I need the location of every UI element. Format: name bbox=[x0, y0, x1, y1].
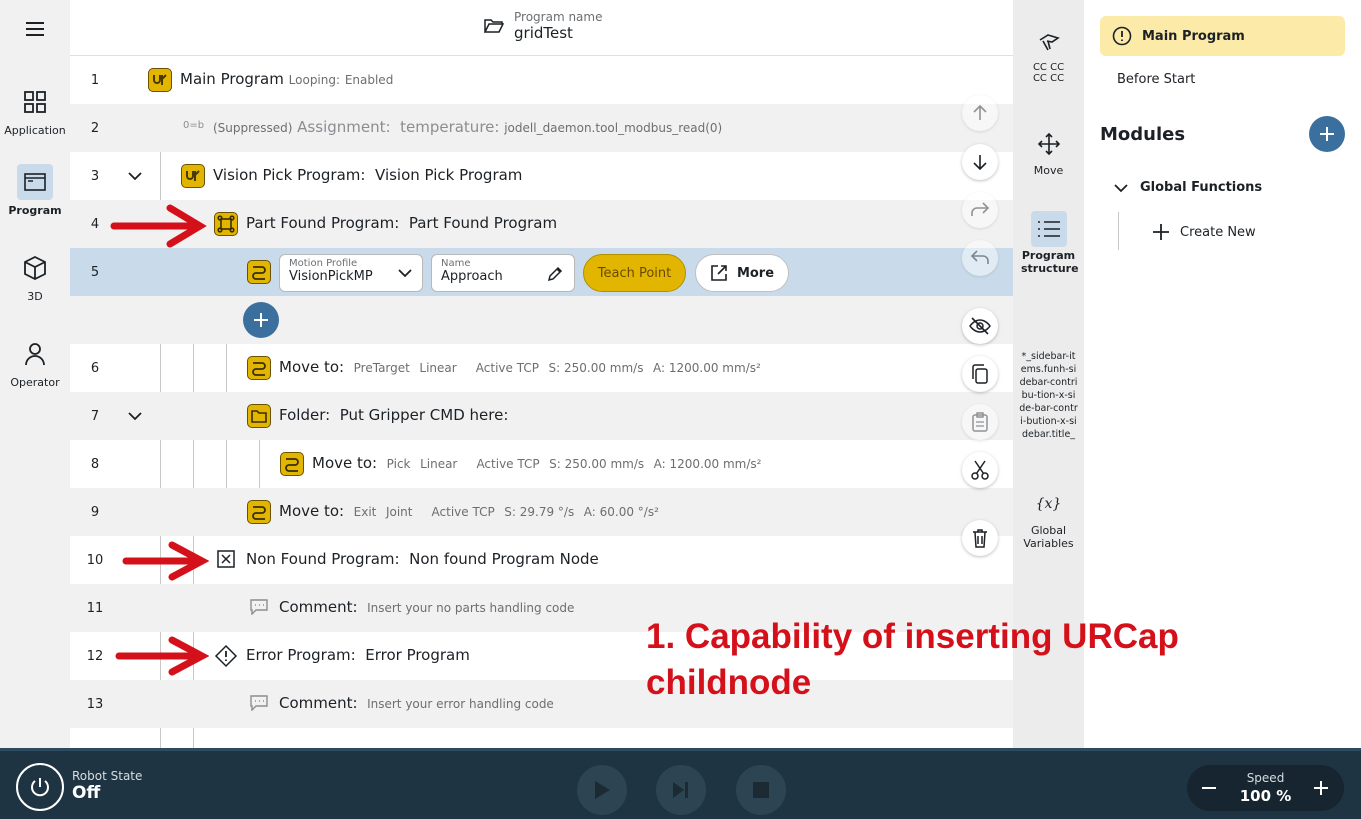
power-icon bbox=[31, 778, 49, 797]
plus-icon[interactable] bbox=[1313, 780, 1329, 796]
red-arrow-icon bbox=[122, 541, 210, 581]
skip-next-icon bbox=[673, 782, 688, 798]
stop-icon bbox=[753, 782, 769, 798]
step-button[interactable] bbox=[656, 765, 706, 815]
robot-state-value: Off bbox=[72, 783, 101, 803]
power-button[interactable] bbox=[16, 763, 64, 811]
robot-state-label: Robot State bbox=[72, 769, 143, 783]
bottom-bar: Robot State Off Speed 100 % bbox=[0, 748, 1361, 819]
red-arrow-icon bbox=[110, 204, 207, 248]
play-icon bbox=[595, 781, 610, 799]
speed-control: Speed 100 % bbox=[1187, 765, 1344, 811]
annotation-text: 1. Capability of inserting URCap childno… bbox=[646, 617, 1179, 702]
red-arrow-icon bbox=[115, 636, 210, 676]
play-button[interactable] bbox=[577, 765, 627, 815]
stop-button[interactable] bbox=[736, 765, 786, 815]
